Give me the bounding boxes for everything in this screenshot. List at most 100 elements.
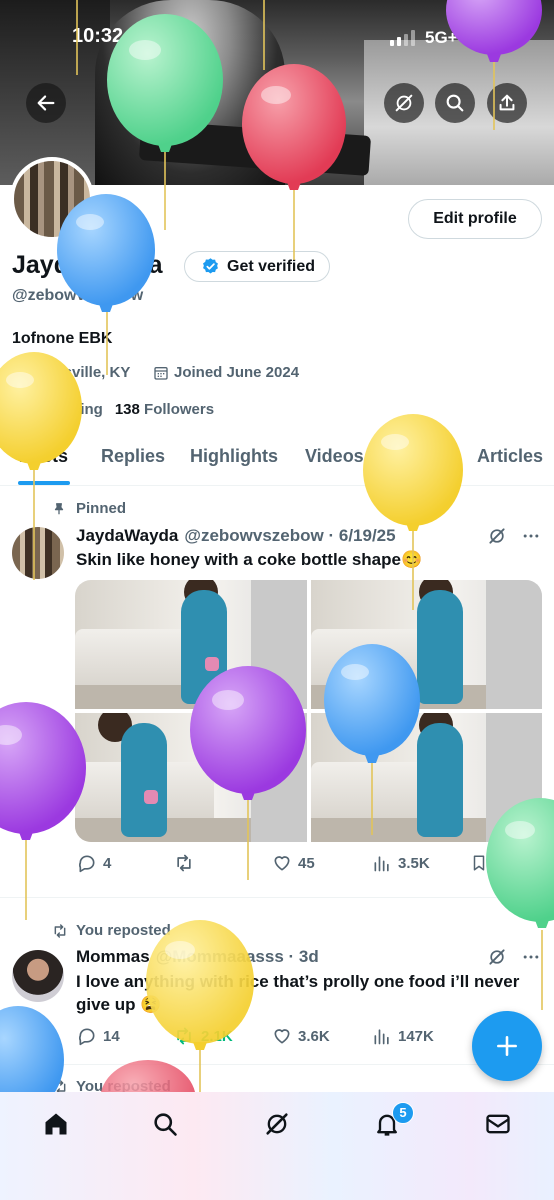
like-button[interactable]: 45 [272,853,315,873]
like-count: 3.6K [298,1027,330,1045]
active-tab-indicator [18,481,70,485]
tab-videos[interactable]: Videos [305,446,364,467]
joined-label: Joined June 2024 [174,364,300,381]
bottom-nav: 5 [0,1092,554,1200]
bookmark-button[interactable] [470,853,488,873]
post-photo[interactable] [75,713,307,842]
verified-icon [203,258,218,274]
search-icon [154,1113,177,1136]
reposted-row: You reposted [52,922,171,939]
pin-icon [54,502,64,514]
grok-icon[interactable] [487,526,507,546]
get-verified-label: Get verified [227,257,316,275]
following-count: 86 [12,401,29,418]
views-button[interactable]: 147K [372,1026,434,1046]
views-button[interactable]: 3.5K [372,853,430,873]
tab-articles[interactable]: Articles [477,446,543,467]
calendar-icon [154,366,168,380]
reply-button[interactable]: 4 [77,853,111,873]
mail-icon [486,1114,510,1134]
post-photo[interactable] [75,580,307,709]
status-time: 10:32 [72,25,124,47]
grok-icon [395,94,413,112]
back-arrow-icon [37,95,55,111]
like-icon [274,1029,290,1044]
post-text: Skin like honey with a coke bottle shape… [76,550,423,569]
profile-avatar[interactable] [10,157,94,241]
repost-button[interactable] [173,853,195,873]
repost-count: 2.1K [201,1027,233,1045]
edit-profile-button[interactable]: Edit profile [408,199,542,239]
post-avatar[interactable] [12,950,64,1002]
grok-button[interactable] [384,83,424,123]
network-type: 5G+ [425,28,458,47]
repost-icon [54,923,66,938]
post-avatar[interactable] [12,527,64,579]
nav-search[interactable] [151,1110,179,1138]
pinned-row: Pinned [52,500,126,517]
pinned-label: Pinned [76,500,127,517]
location-icon [14,365,26,380]
share-button[interactable] [487,83,527,123]
grok-icon[interactable] [487,947,507,967]
reply-count: 14 [103,1027,120,1045]
share-icon [521,855,535,870]
profile-tabs: Posts Replies Highlights Videos Photos A… [0,432,554,486]
post-divider [0,1064,554,1065]
post-photo[interactable] [310,713,542,842]
share-post-button[interactable] [518,853,538,873]
views-icon [374,1029,389,1045]
display-name: JaydaWayda [12,251,163,279]
search-button[interactable] [435,83,475,123]
following-link[interactable]: 86 Following [12,401,103,418]
nav-grok[interactable] [263,1110,291,1138]
tab-photos[interactable]: Photos [390,446,451,467]
post-header: JaydaWayda @zebowvszebow · 6/19/25 [76,526,396,546]
profile-location: Louisville, KY [12,364,130,381]
post-divider [0,897,554,898]
bookmark-icon [473,855,485,871]
repost-icon [177,854,191,872]
repost-button[interactable]: 2.1K [173,1026,233,1046]
followers-count: 138 [114,401,140,418]
like-icon [274,856,290,871]
battery-level: 54 [470,27,506,47]
nav-home[interactable] [42,1110,70,1138]
follow-stats: 86 Following 138 Followers [12,401,214,418]
reply-count: 4 [103,854,112,872]
more-icon[interactable] [521,526,541,546]
post-text: I love anything with rice that’s prolly … [76,972,520,1014]
tab-highlights[interactable]: Highlights [190,446,278,467]
back-button[interactable] [26,83,66,123]
profile-handle: @zebowvszebow [12,287,144,304]
post-actions: 4 45 3.5K [0,851,554,875]
followers-label: Followers [144,401,215,418]
followers-link[interactable]: 138 Followers [115,401,214,418]
like-count: 45 [298,854,315,872]
post-author-name[interactable]: JaydaWayda [76,526,178,546]
post-actions: 14 2.1K 3.6K 147K [0,1024,554,1048]
signal-icon [390,30,418,46]
location-label: Louisville, KY [32,364,131,381]
nav-messages[interactable] [484,1110,512,1138]
compose-button[interactable] [472,1011,542,1081]
post-photo[interactable] [310,580,542,709]
like-button[interactable]: 3.6K [272,1026,330,1046]
more-icon[interactable] [521,947,541,967]
reply-button[interactable]: 14 [77,1026,120,1046]
get-verified-button[interactable]: Get verified [184,251,331,282]
notification-badge: 5 [392,1102,414,1124]
plus-icon [497,1036,517,1056]
post-author-handle: @zebowvszebow · 6/19/25 [184,526,396,545]
tab-posts[interactable]: Posts [19,446,68,467]
repost-icon [177,1027,191,1045]
post-author-name[interactable]: Mommas [76,947,150,967]
home-icon [45,1113,67,1135]
views-count: 3.5K [398,854,430,872]
views-count: 147K [398,1027,434,1045]
profile-joined: Joined June 2024 [153,364,299,381]
post-header: Mommas @Mommaaasss · 3d [76,947,319,967]
post-media-grid[interactable] [75,580,542,842]
search-icon [446,94,464,112]
tab-replies[interactable]: Replies [101,446,165,467]
